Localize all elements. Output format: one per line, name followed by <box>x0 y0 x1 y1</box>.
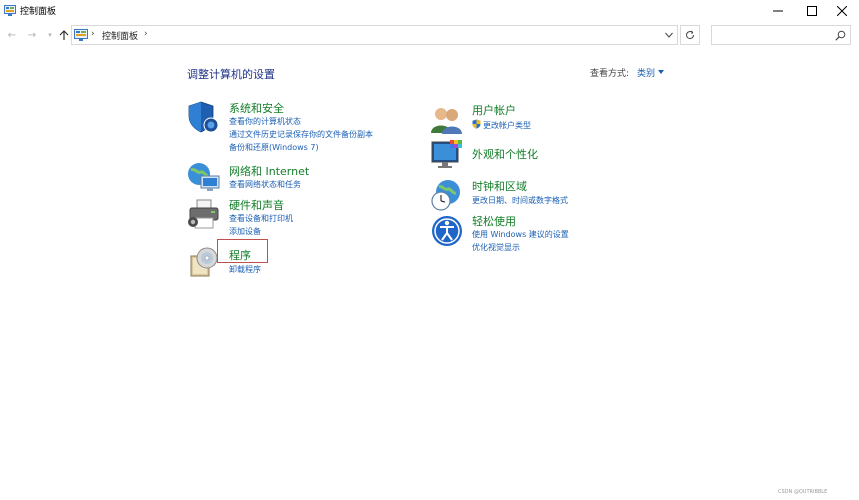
clock-globe-icon[interactable] <box>430 178 464 212</box>
title-bar: 控制面板 <box>0 0 859 22</box>
search-input[interactable] <box>711 25 851 45</box>
control-panel-icon <box>74 29 88 41</box>
category-hardware-sound[interactable]: 硬件和声音 <box>229 197 284 213</box>
link-devices-printers[interactable]: 查看设备和打印机 <box>229 213 293 224</box>
link-view-computer-status[interactable]: 查看你的计算机状态 <box>229 116 301 127</box>
accessibility-icon[interactable] <box>430 214 464 248</box>
search-icon <box>835 30 846 41</box>
arrow-left-icon: ← <box>7 29 17 41</box>
maximize-icon <box>807 6 817 16</box>
breadcrumb-separator[interactable]: › <box>91 29 95 39</box>
category-user-accounts[interactable]: 用户帐户 <box>472 102 516 118</box>
up-button[interactable] <box>57 28 71 42</box>
network-globe-icon[interactable] <box>187 160 221 194</box>
link-use-recommended-settings[interactable]: 使用 Windows 建议的设置 <box>472 229 569 240</box>
chevron-down-icon <box>665 32 673 38</box>
link-optimize-visual-display[interactable]: 优化视觉显示 <box>472 242 520 253</box>
maximize-button[interactable] <box>796 0 828 22</box>
uac-shield-icon <box>472 119 481 129</box>
category-clock-region[interactable]: 时钟和区域 <box>472 178 527 194</box>
link-view-network-status[interactable]: 查看网络状态和任务 <box>229 179 301 190</box>
caret-down-icon[interactable] <box>658 70 664 74</box>
address-bar[interactable]: › 控制面板 › <box>71 25 678 45</box>
close-button[interactable] <box>826 0 858 22</box>
link-uninstall-program[interactable]: 卸载程序 <box>229 264 261 275</box>
users-icon[interactable] <box>430 103 464 137</box>
window-title: 控制面板 <box>20 7 57 17</box>
page-title: 调整计算机的设置 <box>187 68 275 81</box>
chevron-down-icon: ▾ <box>48 31 52 39</box>
arrow-up-icon <box>59 30 69 40</box>
breadcrumb-separator[interactable]: › <box>144 29 148 39</box>
category-network-internet[interactable]: 网络和 Internet <box>229 163 309 179</box>
refresh-icon <box>686 30 695 40</box>
minimize-button[interactable] <box>762 0 794 22</box>
close-icon <box>837 6 847 16</box>
back-button[interactable]: ← <box>5 28 19 42</box>
link-add-device[interactable]: 添加设备 <box>229 226 261 237</box>
minimize-icon <box>773 10 783 12</box>
shield-icon[interactable] <box>187 100 221 134</box>
category-appearance-personalization[interactable]: 外观和个性化 <box>472 146 538 162</box>
refresh-button[interactable] <box>680 25 700 45</box>
monitor-palette-icon[interactable] <box>430 138 464 172</box>
address-dropdown-button[interactable] <box>663 29 675 41</box>
category-system-security[interactable]: 系统和安全 <box>229 100 284 116</box>
category-ease-of-access[interactable]: 轻松使用 <box>472 213 516 229</box>
view-by-label: 查看方式: <box>590 69 630 79</box>
forward-button[interactable]: → <box>25 28 39 42</box>
link-change-account-type[interactable]: 更改帐户类型 <box>483 120 531 131</box>
recent-locations-button[interactable]: ▾ <box>43 28 57 42</box>
link-backup-restore[interactable]: 备份和还原(Windows 7) <box>229 142 319 153</box>
link-file-history-backup[interactable]: 通过文件历史记录保存你的文件备份副本 <box>229 129 373 140</box>
breadcrumb-control-panel[interactable]: 控制面板 <box>102 29 138 42</box>
link-change-date-time-format[interactable]: 更改日期、时间或数字格式 <box>472 195 568 206</box>
category-programs[interactable]: 程序 <box>229 247 251 263</box>
programs-disc-icon[interactable] <box>187 244 221 278</box>
printer-icon[interactable] <box>187 198 221 232</box>
control-panel-icon <box>4 5 16 16</box>
arrow-right-icon: → <box>27 29 37 41</box>
watermark: CSDN @QUTRIBBLE <box>778 489 828 495</box>
view-by-dropdown[interactable]: 类别 <box>637 66 655 79</box>
